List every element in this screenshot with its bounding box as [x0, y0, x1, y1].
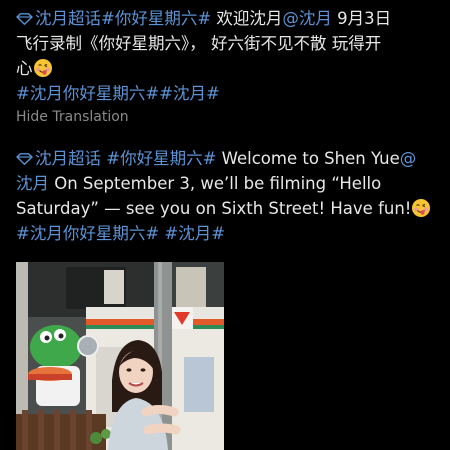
translation-block: 沈月超话 #你好星期六# Welcome to Shen Yue@ 沈月 On …: [16, 146, 440, 246]
mention-link[interactable]: @沈月: [282, 9, 332, 28]
translation-line-2: 沈月 On September 3, we’ll be filming “Hel…: [16, 171, 440, 196]
weibo-post: 沈月超话#你好星期六# 欢迎沈月@沈月 9月3日 飞行录制《你好星期六》， 好六…: [16, 6, 440, 246]
post-text: 心: [16, 59, 33, 78]
hide-translation-button[interactable]: Hide Translation: [16, 106, 440, 128]
post-text: 9月3日: [331, 9, 392, 28]
post-text: On September 3, we’ll be filming “Hello: [49, 174, 382, 193]
mention-link-end[interactable]: 沈月: [16, 174, 49, 193]
yum-face-emoji-icon: [412, 199, 431, 217]
hashtag-link[interactable]: #你好星期六#: [101, 9, 211, 28]
hashtag-link[interactable]: #你好星期六#: [101, 149, 216, 168]
original-hashtags: #沈月你好星期六##沈月#: [16, 81, 440, 106]
post-text: 欢迎沈月: [211, 9, 283, 28]
mention-link-start[interactable]: @: [400, 149, 417, 168]
original-line-2: 飞行录制《你好星期六》， 好六街不见不散 玩得开: [16, 34, 382, 53]
hashtag-links[interactable]: #沈月你好星期六##沈月#: [16, 84, 220, 103]
translation-line-1: 沈月超话 #你好星期六# Welcome to Shen Yue@: [16, 146, 440, 171]
photo-illustration: [16, 262, 224, 450]
original-line-1: 沈月超话#你好星期六# 欢迎沈月@沈月 9月3日: [16, 6, 440, 31]
post-text: Welcome to Shen Yue: [216, 149, 400, 168]
super-topic-link[interactable]: 沈月超话: [16, 149, 101, 168]
original-line-3: 心: [16, 56, 440, 81]
super-topic-gem-icon: [16, 13, 33, 25]
translation-line-3: Saturday” — see you on Sixth Street! Hav…: [16, 196, 440, 221]
original-text-block: 沈月超话#你好星期六# 欢迎沈月@沈月 9月3日 飞行录制《你好星期六》， 好六…: [16, 6, 440, 106]
super-topic-gem-icon: [16, 153, 33, 165]
translation-hashtags: #沈月你好星期六# #沈月#: [16, 221, 440, 246]
hashtag-links[interactable]: #沈月你好星期六# #沈月#: [16, 224, 225, 243]
yum-face-emoji-icon: [33, 59, 52, 77]
super-topic-link[interactable]: 沈月超话: [16, 9, 101, 28]
post-photo[interactable]: [16, 262, 224, 450]
post-text: Saturday” — see you on Sixth Street! Hav…: [16, 199, 412, 218]
